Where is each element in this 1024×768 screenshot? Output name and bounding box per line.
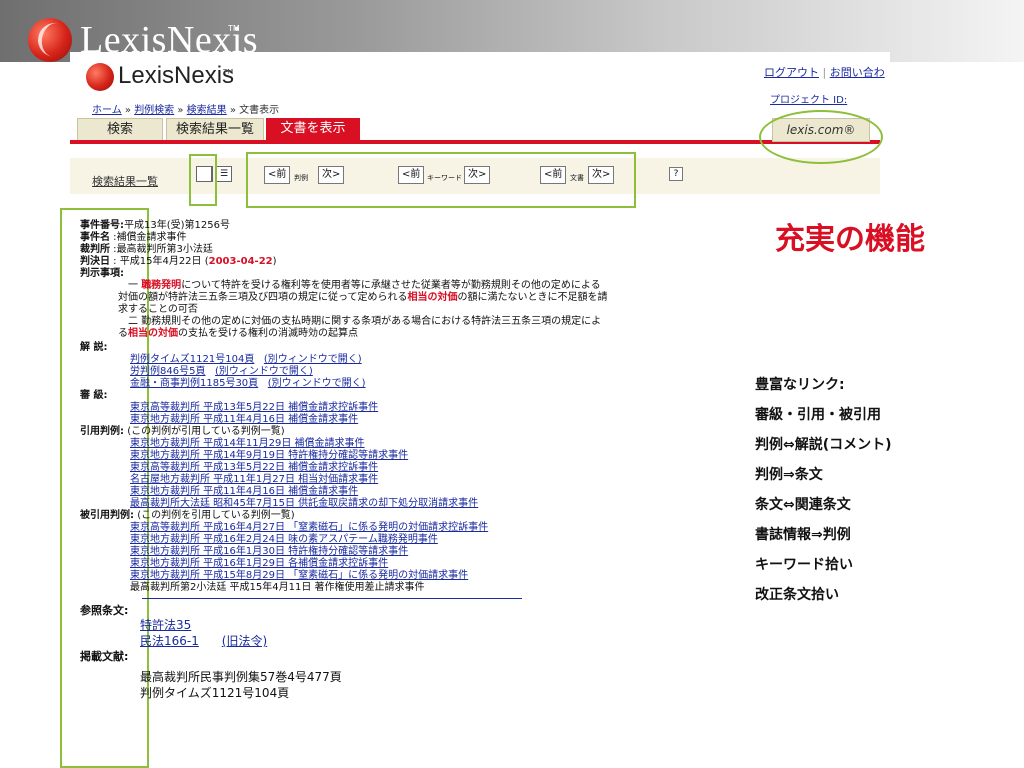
- contact-link[interactable]: お問い合わ: [830, 66, 885, 79]
- breadcrumb: ホーム » 判例検索 » 検索結果 » 文書表示: [92, 105, 280, 116]
- keyword-hit: 職務発明: [141, 280, 182, 291]
- cited-link[interactable]: 東京高等裁判所 平成13年5月22日 補償金請求控訴事件: [130, 462, 378, 473]
- breadcrumb-results[interactable]: 検索結果: [187, 105, 227, 116]
- old-law-link[interactable]: (旧法令): [222, 634, 267, 648]
- highlight-lexis-ellipse: [759, 110, 883, 164]
- case-no-label: 事件番号:: [80, 220, 124, 231]
- statute-link[interactable]: 特許法35: [140, 618, 191, 632]
- statute-link[interactable]: 民法166-1: [140, 634, 199, 648]
- holding-1-text4: 求することの可否: [118, 304, 198, 315]
- cited-link[interactable]: 最高裁判所大法廷 昭和45年7月15日 供託金取戻請求の却下処分取消請求事件: [130, 498, 478, 509]
- feature-item: 判例⇒条文: [755, 467, 823, 483]
- site-logo-icon: [86, 63, 114, 91]
- keyword-hit: 相当の対価: [407, 292, 458, 303]
- top-links: ログアウト | お問い合わ: [764, 66, 885, 79]
- feature-item: 条文⇔関連条文: [755, 497, 851, 513]
- citing-link[interactable]: 東京高等裁判所 平成16年4月27日 「窒素磁石」に係る発明の対価請求控訴事件: [130, 522, 488, 533]
- pubs-label: 掲載文献:: [80, 650, 129, 663]
- citing-note: (この判例を引用している判例一覧): [137, 510, 295, 521]
- instance-label: 審 級:: [80, 390, 108, 401]
- case-name: 補償金請求事件: [116, 232, 187, 243]
- citing-link[interactable]: 東京地方裁判所 平成16年2月24日 味の素アスパテーム職務発明事件: [130, 534, 438, 545]
- statutes-label: 参照条文:: [80, 604, 129, 617]
- slide-heading: 充実の機能: [775, 222, 925, 257]
- tab-result-list[interactable]: 検索結果一覧: [166, 118, 264, 142]
- court-label: 裁判所: [80, 244, 110, 255]
- holding-1-text3: の額に満たないときに不足額を請: [457, 292, 608, 303]
- instance-link[interactable]: 東京地方裁判所 平成11年4月16日 補償金請求事件: [130, 414, 358, 425]
- holding-1-text: について特許を受ける権利等を使用者等に承継させた従業者等が勤務規則その他の定めに…: [181, 280, 601, 291]
- citing-text: 最高裁判所第2小法廷 平成15年4月11日 著作権使用差止請求事件: [130, 582, 425, 593]
- site-logo-text: LexisNexis: [118, 62, 235, 89]
- holding-1-text2: 対価の額が特許法三五条三項及び四項の規定に従って定められる: [118, 292, 408, 303]
- breadcrumb-current: 文書表示: [239, 105, 280, 116]
- decision-date: 平成15年4月22日: [119, 256, 202, 267]
- holding-2-text2: る: [118, 328, 128, 339]
- cited-link[interactable]: 東京地方裁判所 平成14年11月29日 補償金請求事件: [130, 438, 365, 449]
- court: 最高裁判所第3小法廷: [116, 244, 213, 255]
- instance-link[interactable]: 東京高等裁判所 平成13年5月22日 補償金請求控訴事件: [130, 402, 378, 413]
- text-view-icon[interactable]: ☰: [216, 166, 232, 182]
- tab-document[interactable]: 文書を表示: [266, 118, 360, 140]
- open-new-window-link[interactable]: (別ウィンドウで開く): [268, 378, 366, 389]
- commentary-link[interactable]: 金融・商事判例1185号30頁: [130, 378, 258, 389]
- section-divider: [142, 598, 522, 599]
- date-label: 判決日: [80, 256, 110, 267]
- banner-logo-tm: TM: [228, 24, 240, 33]
- commentary-link[interactable]: 判例タイムズ1121号104頁: [130, 354, 254, 365]
- feature-list: 豊富なリンク: 審級・引用・被引用 判例⇔解説(コメント) 判例⇒条文 条文⇔関…: [755, 376, 892, 616]
- holding-1-num: 一: [128, 280, 138, 291]
- cited-link[interactable]: 名古屋地方裁判所 平成11年1月27日 相当対価請求事件: [130, 474, 378, 485]
- publication: 最高裁判所民事判例集57巻4号477頁: [140, 670, 342, 684]
- feature-item: 書誌情報⇒判例: [755, 527, 851, 543]
- tab-underline: [70, 140, 880, 144]
- result-list-link[interactable]: 検索結果一覧: [92, 173, 158, 189]
- cited-link[interactable]: 東京地方裁判所 平成11年4月16日 補償金請求事件: [130, 486, 358, 497]
- lexisnexis-logo-icon: [28, 18, 72, 62]
- case-document: 事件番号:平成13年(受)第1256号 事件名 :補償金請求事件 裁判所 :最高…: [80, 220, 608, 700]
- project-id-link[interactable]: プロジェクト ID:: [770, 91, 847, 106]
- commentary-link[interactable]: 労判例846号5頁: [130, 366, 205, 377]
- help-icon[interactable]: ?: [669, 167, 683, 181]
- decision-date-iso: 2003-04-22: [208, 256, 273, 267]
- holding-2-text: 二 勤務規則その他の定めに対価の支払時期に関する条項がある場合における特許法三五…: [128, 316, 602, 327]
- cited-label: 引用判例:: [80, 426, 124, 437]
- citing-link[interactable]: 東京地方裁判所 平成16年1月30日 特許権持分確認等請求事件: [130, 546, 408, 557]
- feature-item: 審級・引用・被引用: [755, 407, 881, 423]
- holding-2-text3: の支払を受ける権利の消滅時効の起算点: [178, 328, 358, 339]
- feature-item: 判例⇔解説(コメント): [755, 437, 892, 453]
- breadcrumb-home[interactable]: ホーム: [92, 105, 122, 116]
- feature-item: 豊富なリンク:: [755, 377, 845, 393]
- publication: 判例タイムズ1121号104頁: [140, 686, 290, 700]
- highlight-print-box: [189, 154, 217, 206]
- logout-link[interactable]: ログアウト: [764, 66, 819, 79]
- feature-item: キーワード拾い: [755, 557, 853, 573]
- open-new-window-link[interactable]: (別ウィンドウで開く): [264, 354, 362, 365]
- commentary-label: 解 説:: [80, 342, 108, 353]
- case-name-label: 事件名: [80, 232, 110, 243]
- holding-label: 判示事項:: [80, 268, 124, 279]
- highlight-nav-box: [246, 152, 636, 208]
- site-logo-tm: TM: [223, 68, 234, 76]
- case-no: 平成13年(受)第1256号: [124, 220, 230, 231]
- citing-label: 被引用判例:: [80, 510, 134, 521]
- feature-item: 改正条文拾い: [755, 587, 839, 603]
- keyword-hit: 相当の対価: [128, 328, 178, 339]
- citing-link[interactable]: 東京地方裁判所 平成15年8月29日 「窒素磁石」に係る発明の対価請求事件: [130, 570, 468, 581]
- cited-note: (この判例が引用している判例一覧): [127, 426, 285, 437]
- citing-link[interactable]: 東京地方裁判所 平成16年1月29日 各補償金請求控訴事件: [130, 558, 388, 569]
- cited-link[interactable]: 東京地方裁判所 平成14年9月19日 特許権持分確認等請求事件: [130, 450, 408, 461]
- tab-search[interactable]: 検索: [77, 118, 163, 142]
- breadcrumb-search[interactable]: 判例検索: [134, 105, 174, 116]
- open-new-window-link[interactable]: (別ウィンドウで開く): [215, 366, 313, 377]
